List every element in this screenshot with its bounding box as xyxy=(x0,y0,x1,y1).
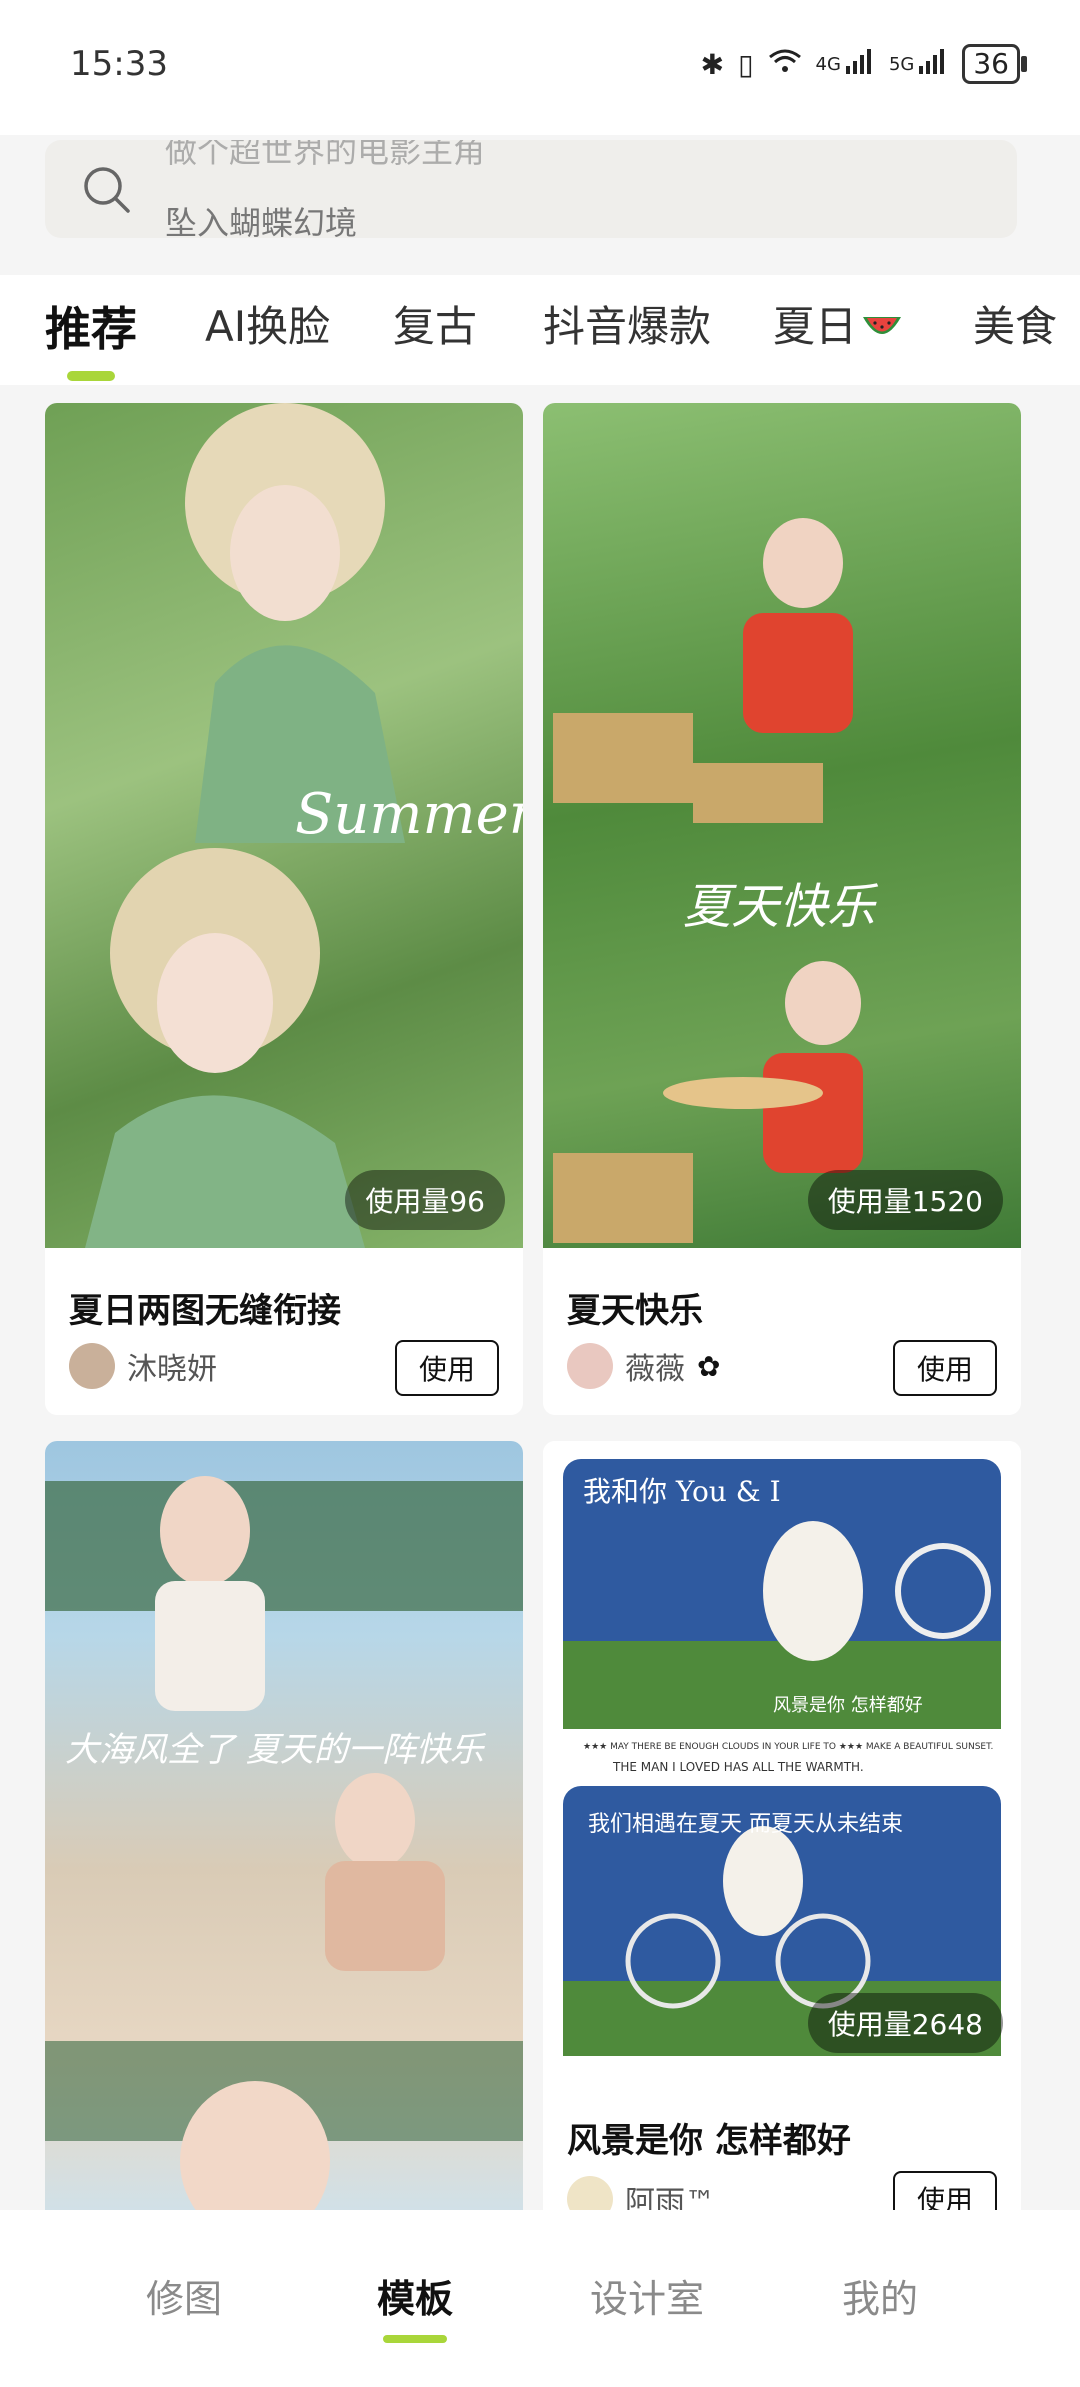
search-placeholder: 坠入蝴蝶幻境 xyxy=(165,204,358,238)
nav-design-studio[interactable]: 设计室 xyxy=(590,2268,704,2323)
tab-active-indicator xyxy=(67,371,115,381)
search-icon xyxy=(84,167,130,213)
template-card[interactable]: 夏天快乐 使用量1520 夏天快乐 薇薇 ✿ 使用 xyxy=(543,403,1021,1415)
couple-photo-illustration: 我和你 You & I 风景是你 怎样都好 ★★★ MAY THERE BE E… xyxy=(563,1459,1001,2056)
usage-badge: 使用量96 xyxy=(345,1170,505,1230)
signal-icon-2 xyxy=(918,48,948,81)
category-tabs: 推荐 AI换脸 复古 抖音爆款 夏日 美食 xyxy=(0,275,1080,385)
author-name: 阿雨™ xyxy=(625,2185,715,2210)
use-template-button[interactable]: 使用 xyxy=(893,1340,997,1396)
overlay-happy-summer-text: 夏天快乐 xyxy=(683,879,879,935)
tab-ai-face-swap[interactable]: AI换脸 xyxy=(205,293,330,354)
template-image: 我和你 You & I 风景是你 怎样都好 ★★★ MAY THERE BE E… xyxy=(543,1441,1021,2071)
tab-label: 推荐 xyxy=(45,302,137,356)
status-time: 15:33 xyxy=(70,44,168,84)
nav-profile[interactable]: 我的 xyxy=(842,2268,918,2323)
avatar xyxy=(69,1343,115,1389)
tab-label: AI换脸 xyxy=(205,302,331,351)
author-name: 沐晓妍 xyxy=(127,1352,217,1387)
tab-label: 美食 xyxy=(973,302,1058,351)
avatar xyxy=(567,1343,613,1389)
nav-templates[interactable]: 模板 xyxy=(377,2268,453,2323)
summer-kids-photo-illustration: 夏天快乐 xyxy=(553,518,879,1243)
use-template-button[interactable]: 使用 xyxy=(893,2171,997,2210)
tab-label: 抖音爆款 xyxy=(543,302,712,351)
search-placeholder-previous: 做个超世界的电影主角 xyxy=(165,140,486,170)
template-card[interactable]: Summer 使用量96 夏日两图无缝衔接 沐晓妍 使用 xyxy=(45,403,523,1415)
overlay-summer-meet-text: 我们相遇在夏天 而夏天从未结束 xyxy=(588,1812,903,1837)
tab-label: 夏日 xyxy=(773,302,858,351)
nav-edit-photo[interactable]: 修图 xyxy=(146,2268,222,2323)
template-author: 沐晓妍 xyxy=(69,1343,217,1389)
bouquet-icon: ✿ xyxy=(697,1349,721,1383)
use-template-button[interactable]: 使用 xyxy=(395,1340,499,1396)
bottom-nav: 修图 模板 设计室 我的 xyxy=(0,2210,1080,2387)
template-card[interactable]: 我和你 You & I 风景是你 怎样都好 ★★★ MAY THERE BE E… xyxy=(543,1441,1021,2210)
beach-photo-illustration: 大海风全了 夏天的一阵快乐 xyxy=(45,1476,523,2210)
template-card[interactable]: 大海风全了 夏天的一阵快乐 xyxy=(45,1441,523,2210)
network-5g-label: 5G xyxy=(888,53,915,75)
overlay-scenery-text: 风景是你 怎样都好 xyxy=(773,1695,923,1716)
template-image: 夏天快乐 使用量1520 xyxy=(543,403,1021,1248)
bluetooth-icon: ✱ xyxy=(700,47,725,81)
status-bar: 15:33 ✱ ▯ 4G 5G 36 xyxy=(0,0,1080,135)
signal-icon-1 xyxy=(845,48,875,81)
usage-badge: 使用量2648 xyxy=(807,1993,1003,2053)
wifi-icon xyxy=(768,47,802,82)
vibrate-icon: ▯ xyxy=(738,47,754,81)
tab-recommend[interactable]: 推荐 xyxy=(45,293,137,381)
overlay-me-and-you-text: 我和你 You & I xyxy=(583,1475,781,1508)
template-title: 风景是你 怎样都好 xyxy=(567,2121,851,2161)
search-bar[interactable]: 做个超世界的电影主角 坠入蝴蝶幻境 xyxy=(45,140,1017,238)
tab-retro[interactable]: 复古 xyxy=(393,293,477,354)
avatar xyxy=(567,2176,613,2210)
network-4g-label: 4G xyxy=(815,53,841,75)
template-feed: Summer 使用量96 夏日两图无缝衔接 沐晓妍 使用 夏天快乐 使用量152… xyxy=(0,385,1080,2210)
template-title: 夏日两图无缝衔接 xyxy=(69,1291,341,1331)
summer-photo-illustration: Summer xyxy=(85,403,523,1248)
author-name: 薇薇 xyxy=(625,1352,685,1387)
template-title: 夏天快乐 xyxy=(567,1291,703,1331)
watermelon-icon xyxy=(863,317,902,334)
tab-summer[interactable]: 夏日 xyxy=(773,293,903,354)
overlay-caption-line2: THE MAN I LOVED HAS ALL THE WARMTH. xyxy=(612,1760,864,1774)
status-icons: ✱ ▯ 4G 5G 36 xyxy=(700,44,1027,84)
template-author: 阿雨™ xyxy=(567,2176,715,2210)
tab-label: 复古 xyxy=(393,302,478,351)
overlay-summer-text: Summer xyxy=(295,782,523,847)
tab-douyin-hits[interactable]: 抖音爆款 xyxy=(543,293,711,354)
template-image: Summer 使用量96 xyxy=(45,403,523,1248)
template-author: 薇薇 ✿ xyxy=(567,1343,720,1389)
template-image: 大海风全了 夏天的一阵快乐 xyxy=(45,1441,523,2210)
tab-food[interactable]: 美食 xyxy=(973,293,1057,354)
usage-badge: 使用量1520 xyxy=(807,1170,1003,1230)
battery-icon: 36 xyxy=(962,44,1027,84)
overlay-caption-line1: ★★★ MAY THERE BE ENOUGH CLOUDS IN YOUR L… xyxy=(583,1742,993,1752)
nav-active-indicator xyxy=(383,2335,447,2343)
overlay-beach-text: 大海风全了 夏天的一阵快乐 xyxy=(65,1730,487,1770)
